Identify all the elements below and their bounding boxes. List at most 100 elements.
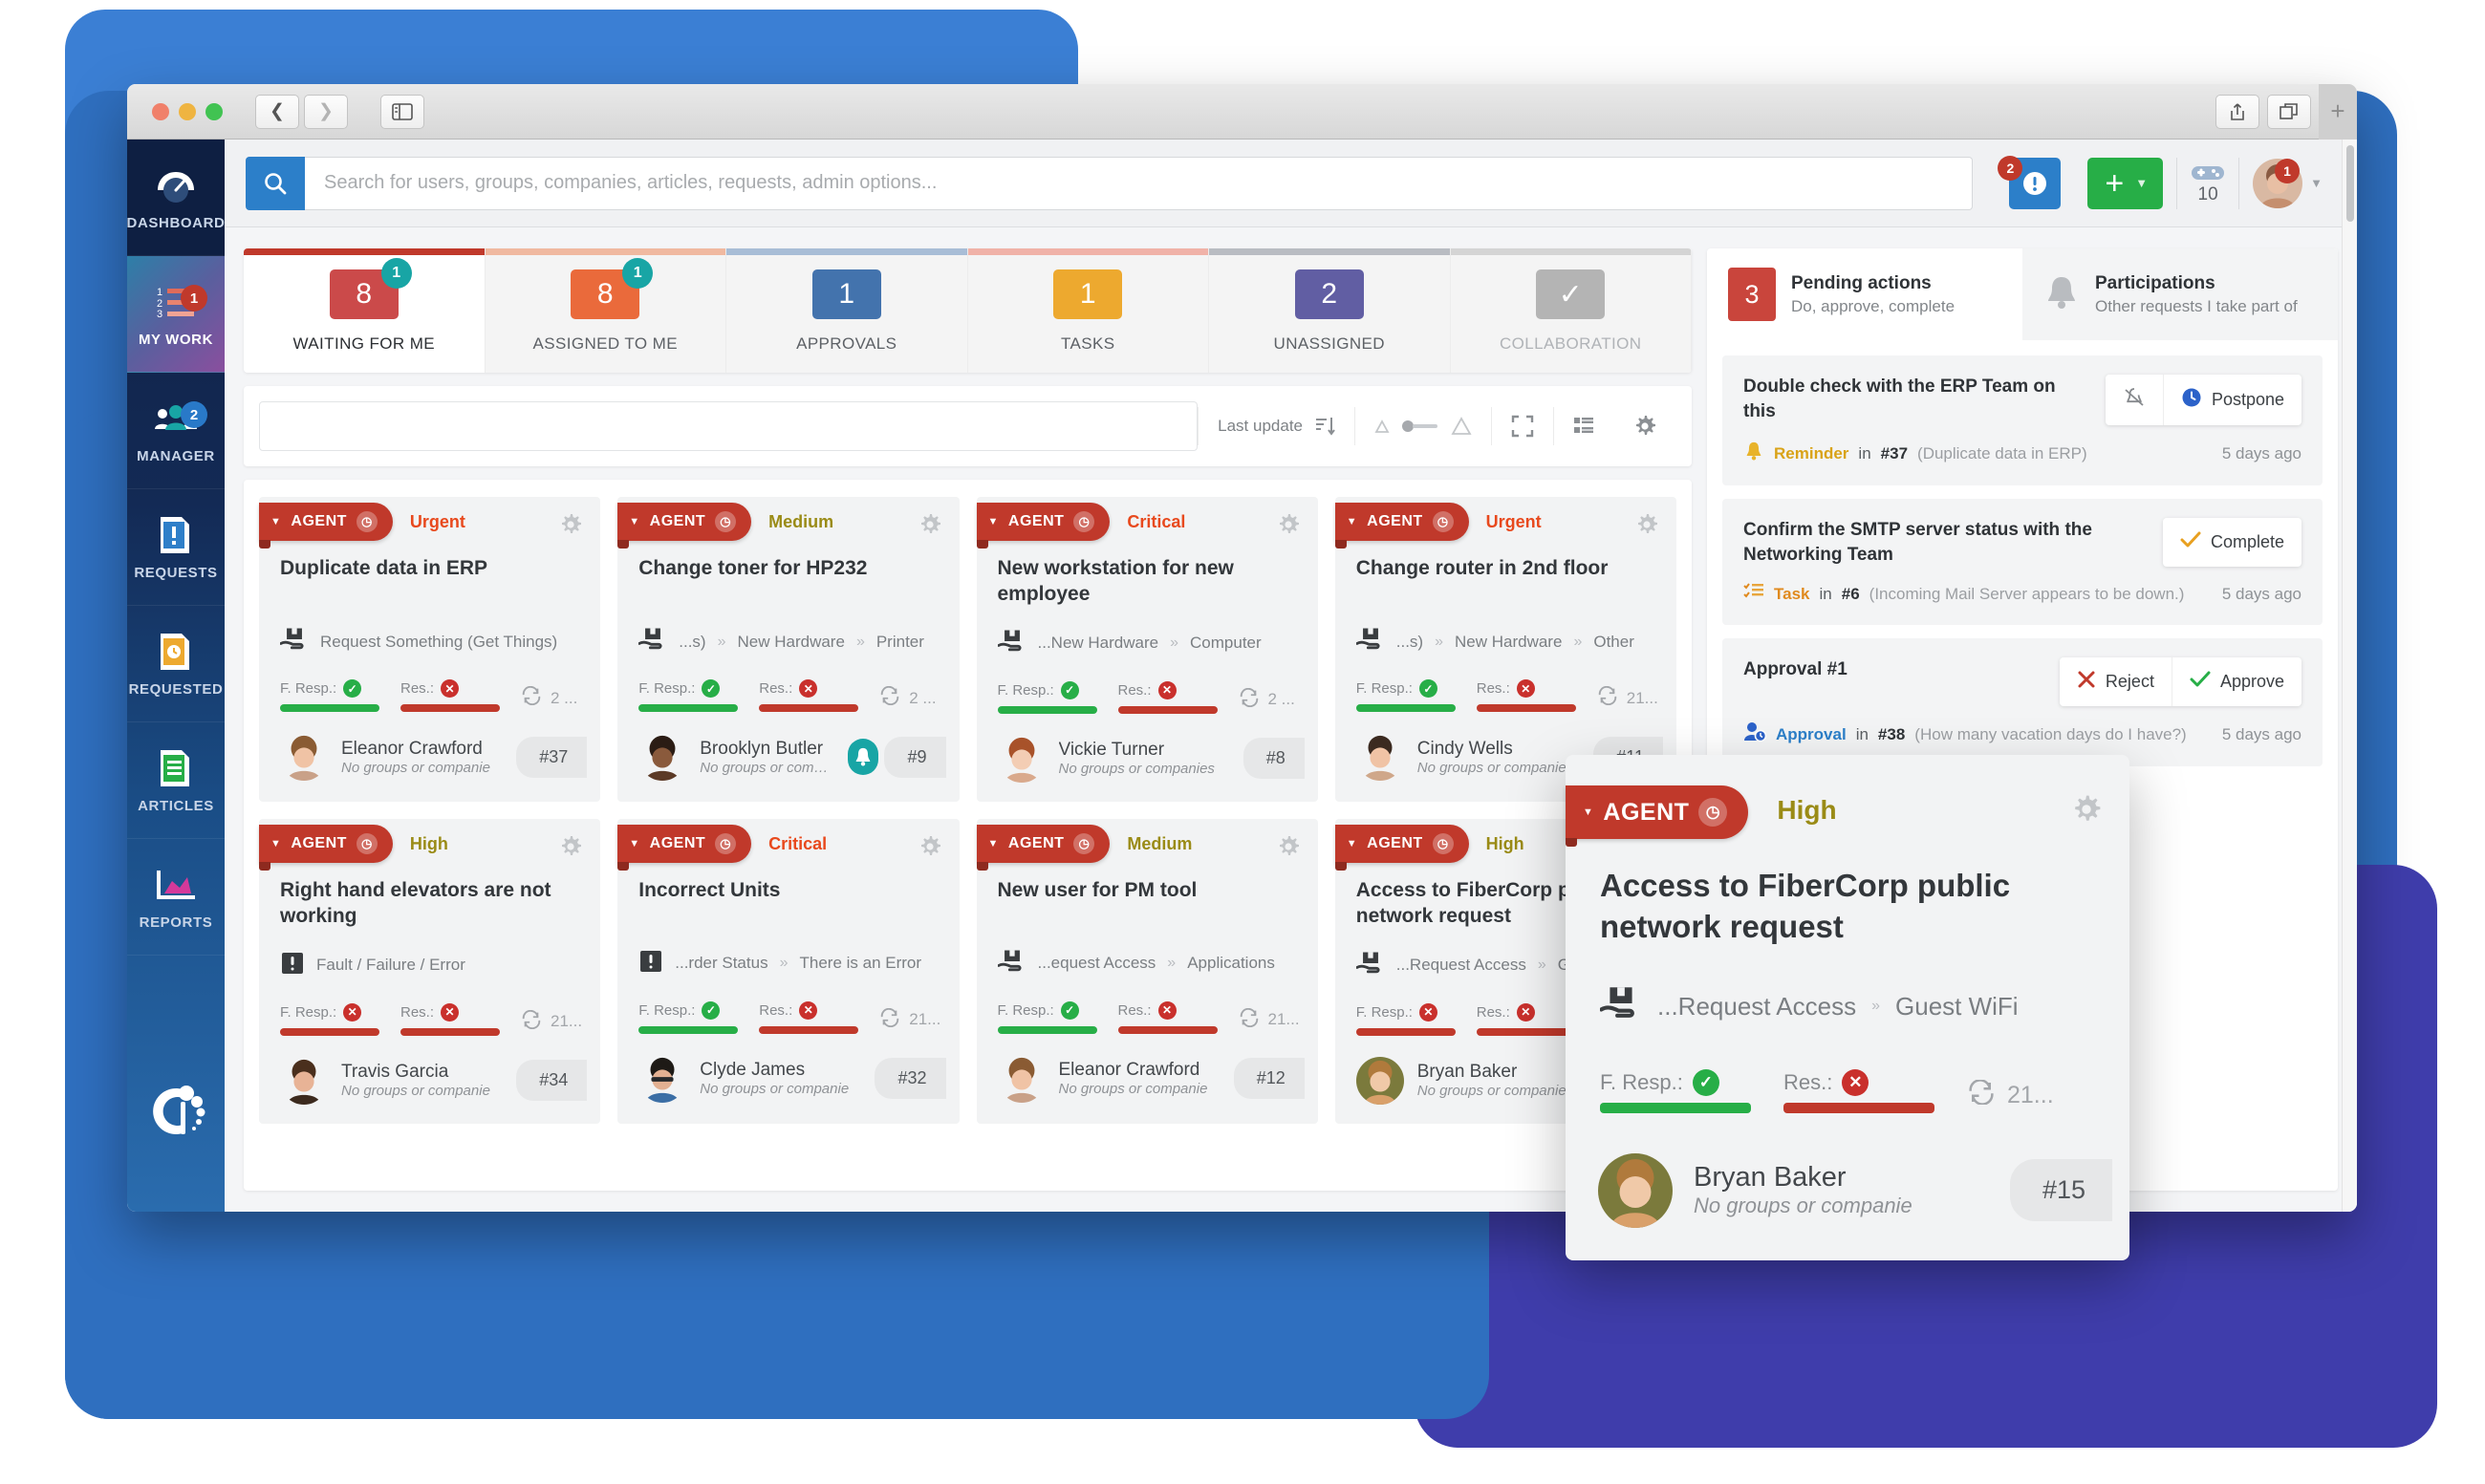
action-title: Approval #1 bbox=[1743, 659, 1848, 680]
tab-count-tile: ✓ bbox=[1536, 269, 1606, 319]
role-ribbon[interactable]: ▼ AGENT ◷ bbox=[1334, 503, 1469, 548]
bell-muted-icon bbox=[2123, 387, 2146, 413]
show-tabs-icon[interactable] bbox=[2267, 94, 2311, 129]
sidebar-item-my-work[interactable]: 1 123 MY WORK bbox=[127, 256, 225, 373]
sidebar-toggle-icon[interactable] bbox=[380, 94, 424, 129]
sidebar-item-requests[interactable]: REQUESTS bbox=[127, 489, 225, 606]
fullscreen-icon[interactable] bbox=[1511, 415, 1534, 438]
approve-button[interactable]: Approve bbox=[2172, 657, 2301, 706]
sla-meters: F. Resp.: ✓ Res.: ✕ 21... bbox=[977, 979, 1318, 1034]
request-card[interactable]: ▼ AGENT ◷ Medium Change toner for HP232 ...s)… bbox=[617, 497, 960, 802]
role-ribbon[interactable]: ▼ AGENT ◷ bbox=[617, 824, 752, 871]
chevron-down-icon: ▼ bbox=[629, 837, 640, 850]
tab-count: ✓ bbox=[1558, 278, 1583, 311]
mute-button[interactable] bbox=[2106, 375, 2164, 425]
tab-waiting-for-me[interactable]: 8 1 WAITING FOR ME bbox=[244, 248, 486, 373]
expanded-request-card[interactable]: ▼ AGENT ◷ High Access to FiberCorp publi… bbox=[1566, 755, 2129, 1260]
pending-action-item[interactable]: Approval #1 Reject Approve Approval in #38 (Ho… bbox=[1722, 638, 2323, 767]
small-triangle-icon[interactable] bbox=[1374, 419, 1390, 434]
tab-pending-actions[interactable]: 3 Pending actions Do, approve, complete bbox=[1707, 248, 2022, 340]
pending-action-item[interactable]: Double check with the ERP Team on this Po… bbox=[1722, 355, 2323, 485]
role-ribbon[interactable]: ▼ AGENT ◷ bbox=[617, 503, 752, 548]
gear-icon[interactable] bbox=[1634, 512, 1659, 542]
sidebar-item-dashboard[interactable]: DASHBOARD bbox=[127, 140, 225, 256]
sort-control[interactable]: Last update bbox=[1198, 407, 1354, 445]
tab-unassigned[interactable]: 2 UNASSIGNED bbox=[1209, 248, 1451, 373]
first-response-bar bbox=[997, 705, 1097, 714]
tab-top-stripe bbox=[967, 248, 1208, 255]
tab-tasks[interactable]: 1 TASKS bbox=[967, 248, 1209, 373]
bell-icon[interactable] bbox=[847, 739, 879, 775]
add-button-wrap[interactable]: + ▼ bbox=[2074, 157, 2176, 209]
forward-chevron-icon[interactable]: ❯ bbox=[304, 94, 348, 129]
card-row: ▼ AGENT ◷ Urgent Duplicate data in ERP Reques… bbox=[259, 497, 1676, 802]
role-ribbon[interactable]: ▼ AGENT ◷ bbox=[976, 503, 1111, 548]
new-tab-icon[interactable]: + bbox=[2319, 84, 2357, 140]
tab-assigned-to-me[interactable]: 8 1 ASSIGNED TO ME bbox=[485, 248, 726, 373]
user-menu-button[interactable]: 1 ▼ bbox=[2239, 158, 2336, 208]
filter-toolbar: Last update bbox=[244, 386, 1692, 466]
maximize-window-button[interactable] bbox=[205, 102, 223, 120]
postpone-button[interactable]: Postpone bbox=[2164, 375, 2301, 425]
minimize-window-button[interactable] bbox=[179, 102, 196, 120]
card-size-slider[interactable] bbox=[1354, 407, 1491, 445]
plus-icon: + bbox=[2105, 164, 2125, 202]
request-card[interactable]: ▼ AGENT ◷ Medium New user for PM tool ...eque… bbox=[976, 818, 1318, 1124]
request-card[interactable]: ▼ AGENT ◷ Critical New workstation for new e… bbox=[976, 497, 1318, 802]
gear-icon[interactable] bbox=[1276, 512, 1301, 542]
tab-approvals[interactable]: 1 APPROVALS bbox=[726, 248, 968, 373]
tab-participations[interactable]: Participations Other requests I take par… bbox=[2022, 248, 2338, 340]
service-request-icon bbox=[1355, 951, 1385, 980]
pending-action-item[interactable]: Confirm the SMTP server status with the … bbox=[1722, 499, 2323, 626]
role-ribbon[interactable]: ▼ AGENT ◷ bbox=[1566, 785, 1749, 847]
gamification-button[interactable]: 10 bbox=[2177, 161, 2238, 205]
sidebar-item-requested[interactable]: REQUESTED bbox=[127, 606, 225, 722]
role-ribbon[interactable]: ▼ AGENT ◷ bbox=[1334, 824, 1469, 871]
role-ribbon[interactable]: ▼ AGENT ◷ bbox=[259, 824, 393, 871]
grid-view-icon[interactable] bbox=[1573, 416, 1594, 437]
gear-icon[interactable] bbox=[918, 834, 942, 864]
tab-collaboration[interactable]: ✓ COLLABORATION bbox=[1450, 248, 1692, 373]
role-ribbon[interactable]: ▼ AGENT ◷ bbox=[976, 824, 1111, 871]
request-card[interactable]: ▼ AGENT ◷ Critical Incorrect Units ...rder St… bbox=[617, 818, 960, 1124]
gear-icon[interactable] bbox=[2070, 793, 2103, 832]
back-chevron-icon[interactable]: ❮ bbox=[255, 94, 299, 129]
gear-icon[interactable] bbox=[918, 512, 942, 542]
gear-icon[interactable] bbox=[1276, 834, 1301, 864]
close-window-button[interactable] bbox=[152, 102, 169, 120]
breadcrumb-separator: » bbox=[1167, 955, 1177, 972]
share-icon[interactable] bbox=[2215, 94, 2259, 129]
window-controls[interactable] bbox=[139, 102, 223, 120]
reject-button[interactable]: Reject bbox=[2060, 657, 2172, 707]
request-title: New workstation for new employee bbox=[997, 557, 1234, 605]
sidebar-item-manager[interactable]: 2 MANAGER bbox=[127, 373, 225, 489]
slider-handle-icon[interactable] bbox=[1401, 419, 1439, 434]
gear-icon[interactable] bbox=[1632, 414, 1657, 439]
add-button[interactable]: + ▼ bbox=[2087, 157, 2164, 209]
sort-descending-icon[interactable] bbox=[1314, 416, 1335, 437]
search-input[interactable] bbox=[305, 156, 1974, 210]
search-icon[interactable] bbox=[246, 156, 305, 210]
topbar-actions: 2 + ▼ 10 1 ▼ bbox=[1996, 155, 2336, 209]
view-settings-button[interactable] bbox=[1613, 407, 1676, 445]
gear-icon[interactable] bbox=[558, 512, 583, 542]
sidebar-item-label: DASHBOARD bbox=[127, 214, 226, 231]
complete-button[interactable]: Complete bbox=[2163, 518, 2301, 567]
alerts-button-wrap[interactable]: 2 bbox=[1996, 155, 2074, 209]
request-card[interactable]: ▼ AGENT ◷ Urgent Duplicate data in ERP Reques… bbox=[259, 497, 601, 802]
grid-view-button[interactable] bbox=[1553, 407, 1613, 445]
vertical-scrollbar[interactable] bbox=[2342, 140, 2357, 1212]
tab-top-stripe bbox=[726, 248, 967, 255]
sidebar-item-reports[interactable]: REPORTS bbox=[127, 839, 225, 956]
request-card[interactable]: ▼ AGENT ◷ High Right hand elevators are not … bbox=[259, 818, 601, 1124]
gear-icon[interactable] bbox=[558, 834, 583, 864]
sidebar-item-articles[interactable]: ARTICLES bbox=[127, 722, 225, 839]
filter-search-input[interactable] bbox=[259, 401, 1199, 451]
sla-meters: F. Resp.: ✓ Res.: ✕ 2 ... bbox=[259, 656, 600, 712]
breadcrumb-separator: » bbox=[779, 955, 789, 972]
large-triangle-icon[interactable] bbox=[1451, 417, 1472, 436]
scrollbar-thumb[interactable] bbox=[2346, 145, 2354, 222]
fullscreen-button[interactable] bbox=[1491, 407, 1553, 445]
role-ribbon[interactable]: ▼ AGENT ◷ bbox=[259, 503, 393, 548]
role-label: AGENT bbox=[1007, 513, 1065, 529]
